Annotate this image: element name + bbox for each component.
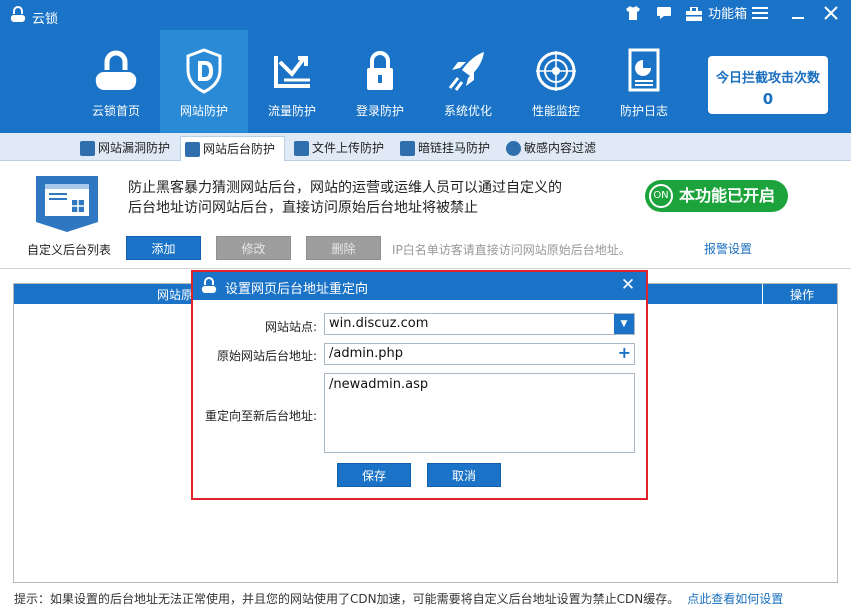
feature-description: 防止黑客暴力猜测网站后台，网站的运营或运维人员可以通过自定义的 后台地址访问网站… (128, 178, 628, 218)
function-box-button[interactable]: 功能箱 (686, 6, 747, 24)
nav-item-traffic-protection[interactable]: 流量防护 (248, 30, 336, 133)
function-box-label: 功能箱 (708, 7, 748, 22)
dialog-close-icon[interactable]: ✕ (617, 274, 639, 296)
nav-label-traffic-protection: 流量防护 (267, 104, 316, 118)
menu-icon[interactable] (751, 6, 769, 24)
feature-toggle[interactable]: ON 本功能已开启 (645, 180, 788, 212)
upload-icon (294, 141, 309, 156)
toolbox-icon (686, 6, 702, 21)
attack-counter-title: 今日拦截攻击次数 (715, 71, 820, 86)
new-path-textarea[interactable]: /newadmin.asp (324, 373, 635, 453)
column-header-site: 网站原 (157, 288, 194, 302)
nav-label-home: 云锁首页 (91, 104, 140, 118)
column-separator (762, 284, 763, 304)
new-path-value: /newadmin.asp (329, 377, 429, 392)
nav-label-protection-log: 防护日志 (619, 104, 668, 118)
feature-description-line1: 防止黑客暴力猜测网站后台，网站的运营或运维人员可以通过自定义的 (128, 180, 562, 196)
rocket-icon (448, 52, 484, 91)
close-icon[interactable] (822, 6, 840, 24)
site-label: 网站站点: (264, 320, 317, 334)
chevron-down-icon[interactable]: ▼ (614, 314, 634, 334)
padlock-icon (367, 51, 393, 90)
alarm-settings-link[interactable]: 报警设置 (704, 240, 752, 257)
original-path-label: 原始网站后台地址: (216, 349, 317, 363)
site-select[interactable]: win.discuz.com ▼ (324, 313, 635, 335)
site-select-value: win.discuz.com (329, 316, 429, 331)
cancel-button[interactable]: 取消 (427, 463, 501, 487)
nav-item-home[interactable]: 云锁首页 (72, 30, 160, 133)
nav-label-system-optimize: 系统优化 (443, 104, 492, 118)
nav-label-website-protection: 网站防护 (179, 104, 228, 118)
dialog-header: 设置网页后台地址重定向 ✕ (193, 272, 646, 300)
nav-item-system-optimize[interactable]: 系统优化 (424, 30, 512, 133)
backend-window-icon (36, 176, 98, 232)
tab-label: 敏感内容过滤 (524, 141, 597, 155)
sub-tab-bar: 网站漏洞防护 网站后台防护 文件上传防护 暗链挂马防护 敏感内容过滤 (0, 133, 851, 161)
attack-counter: 今日拦截攻击次数 0 (708, 56, 828, 114)
tab-upload-protection[interactable]: 文件上传防护 (290, 136, 390, 161)
tab-label: 网站后台防护 (203, 142, 276, 156)
save-button[interactable]: 保存 (337, 463, 411, 487)
new-path-label: 重定向至新后台地址: (204, 409, 317, 423)
whitelist-hint: IP白名单访客请直接访问网站原始后台地址。 (392, 243, 631, 257)
attack-counter-value: 0 (762, 90, 774, 108)
nav-item-protection-log[interactable]: 防护日志 (600, 30, 688, 133)
feature-description-line2: 后台地址访问网站后台，直接访问原始后台地址将被禁止 (128, 200, 478, 216)
original-path-input[interactable]: /admin.php + (324, 343, 635, 365)
dialog-title: 设置网页后台地址重定向 (225, 282, 369, 297)
divider (0, 268, 851, 269)
traffic-icon (274, 56, 310, 88)
window-icon (185, 142, 200, 157)
nav-label-login-protection: 登录防护 (355, 104, 404, 118)
minimize-icon[interactable] (789, 6, 807, 24)
message-icon[interactable] (655, 6, 673, 24)
custom-backend-list-label: 自定义后台列表 (27, 243, 112, 257)
plus-icon[interactable]: + (618, 343, 631, 363)
tab-label: 网站漏洞防护 (98, 141, 171, 155)
add-button[interactable]: 添加 (126, 236, 201, 260)
bug-icon (80, 141, 95, 156)
original-path-value: /admin.php (329, 346, 403, 361)
nav-item-website-protection[interactable]: 网站防护 (160, 30, 248, 133)
toggle-knob: ON (649, 184, 673, 208)
nav-item-login-protection[interactable]: 登录防护 (336, 30, 424, 133)
cloud-lock-logo-icon (10, 6, 26, 22)
shield-d-icon (186, 48, 222, 94)
column-header-action: 操作 (790, 288, 815, 302)
footer-tip-text: 提示：如果设置的后台地址无法正常使用，并且您的网站使用了CDN加速，可能需要将自… (14, 592, 680, 606)
tab-content-filter[interactable]: 敏感内容过滤 (502, 136, 602, 161)
toggle-label: 本功能已开启 (679, 186, 776, 205)
cloud-lock-logo-icon (201, 277, 217, 293)
shirt-icon[interactable] (624, 6, 642, 24)
tab-vulnerability-protection[interactable]: 网站漏洞防护 (76, 136, 176, 161)
nav-label-performance-monitor: 性能监控 (531, 104, 580, 118)
footer-tip: 提示：如果设置的后台地址无法正常使用，并且您的网站使用了CDN加速，可能需要将自… (14, 590, 783, 607)
cloud-lock-icon (95, 50, 137, 90)
app-title: 云锁 (32, 12, 59, 27)
report-icon (628, 48, 660, 92)
question-icon (400, 141, 415, 156)
tab-backend-protection[interactable]: 网站后台防护 (180, 136, 285, 161)
tab-label: 暗链挂马防护 (418, 141, 491, 155)
delete-button[interactable]: 删除 (306, 236, 381, 260)
how-to-set-link[interactable]: 点此查看如何设置 (687, 592, 783, 606)
tab-label: 文件上传防护 (312, 141, 385, 155)
redirect-dialog: 设置网页后台地址重定向 ✕ 网站站点: win.discuz.com ▼ 原始网… (191, 270, 648, 500)
header-bar: 云锁 功能箱 云锁首页 网站防护 流量防护 登录防护 系统优化 性能监控 防护日… (0, 0, 851, 133)
radar-icon (536, 51, 576, 91)
filter-icon (506, 141, 521, 156)
edit-button[interactable]: 修改 (216, 236, 291, 260)
title-bar: 云锁 功能箱 (0, 0, 851, 30)
tab-darklink-protection[interactable]: 暗链挂马防护 (396, 136, 496, 161)
nav-item-performance-monitor[interactable]: 性能监控 (512, 30, 600, 133)
